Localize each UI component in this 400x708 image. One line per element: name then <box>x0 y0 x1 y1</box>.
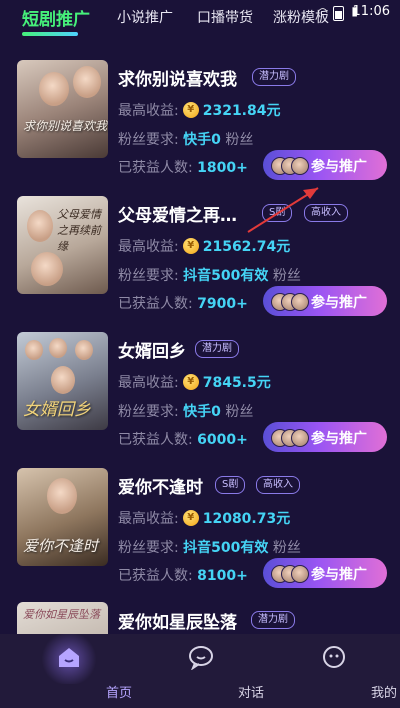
nav-home[interactable]: 首页 <box>19 634 132 708</box>
bottom-navigation: 首页 对话 我的 <box>0 634 400 708</box>
nav-profile[interactable]: 我的 <box>284 634 397 708</box>
annotation-arrow <box>247 187 319 233</box>
home-icon <box>59 648 79 667</box>
chat-icon <box>189 646 213 670</box>
nav-chat[interactable]: 对话 <box>151 634 264 708</box>
profile-icon <box>323 646 345 668</box>
